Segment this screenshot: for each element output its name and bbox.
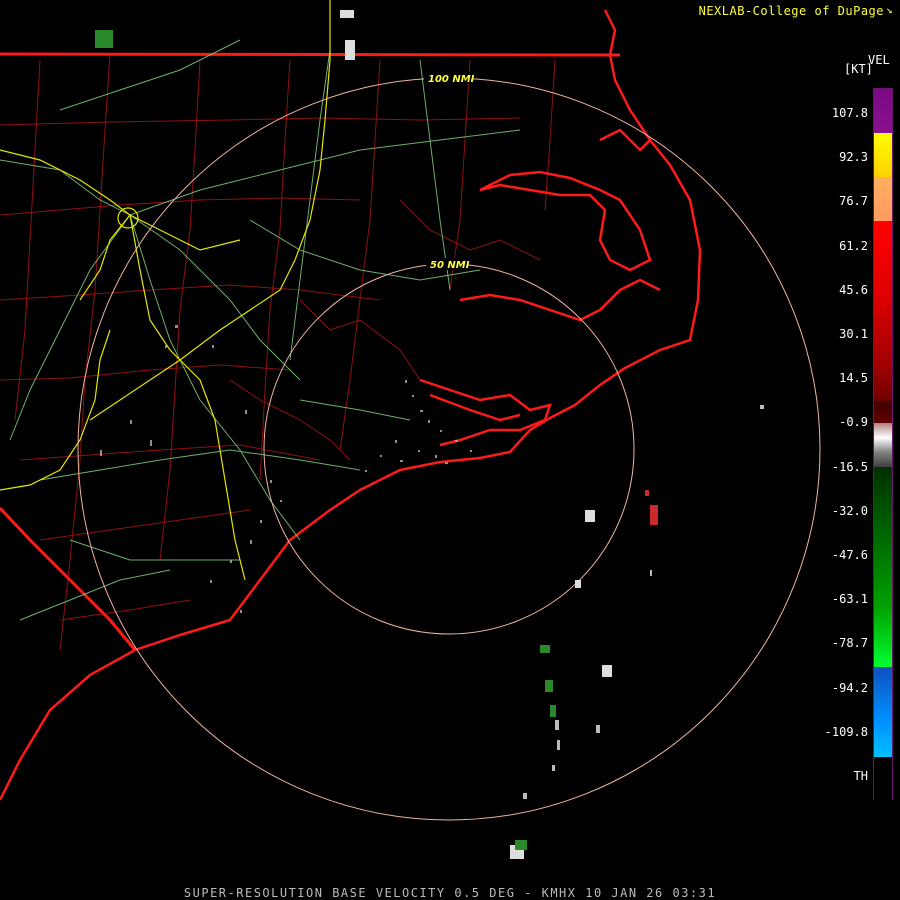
county-lines	[0, 54, 556, 651]
interstates	[0, 0, 331, 581]
ring-label-50: 50 NMI	[430, 260, 470, 271]
legend-label: 30.1	[839, 327, 868, 341]
legend-label: -109.8	[824, 724, 868, 739]
colorbar-seg	[874, 401, 892, 423]
highways	[0, 39, 521, 621]
legend-label: 107.8	[831, 106, 868, 120]
colorbar-seg	[874, 133, 892, 177]
legend-label: -47.6	[831, 548, 868, 562]
legend-label: -32.0	[831, 503, 868, 518]
legend-label: -94.2	[831, 680, 868, 695]
legend-label: -0.9	[839, 415, 868, 430]
legend-label: 76.7	[839, 194, 868, 209]
colorbar-seg	[874, 467, 892, 667]
colorbar-seg	[874, 757, 892, 801]
legend-label: -63.1	[831, 592, 868, 607]
radar-map: 50 NMI 100 NMI	[0, 0, 821, 859]
product-footer: SUPER-RESOLUTION BASE VELOCITY 0.5 DEG -…	[183, 886, 717, 900]
velocity-colorbar	[873, 88, 893, 801]
legend-label: 92.3	[839, 150, 868, 165]
state-boundary	[0, 52, 621, 651]
legend-label: 61.2	[839, 238, 868, 253]
legend-label: 14.5	[839, 371, 868, 386]
legend-label: TH	[853, 769, 868, 783]
colorbar-seg	[874, 177, 892, 221]
colorbar-seg	[874, 89, 892, 133]
colorbar-seg	[874, 423, 892, 467]
ring-100nmi	[77, 77, 821, 821]
legend-unit: [KT]	[844, 62, 873, 76]
ring-label-100: 100 NMI	[428, 74, 475, 85]
range-rings	[77, 77, 821, 821]
legend-label: -16.5	[831, 459, 868, 474]
colorbar-seg	[874, 221, 892, 401]
colorbar-seg	[874, 667, 892, 757]
nexlab-logo-icon: ↘	[886, 3, 893, 16]
legend-label: -78.7	[831, 636, 868, 651]
credit-text: NEXLAB-College of DuPage	[698, 4, 884, 18]
legend-label: 45.6	[839, 282, 868, 297]
